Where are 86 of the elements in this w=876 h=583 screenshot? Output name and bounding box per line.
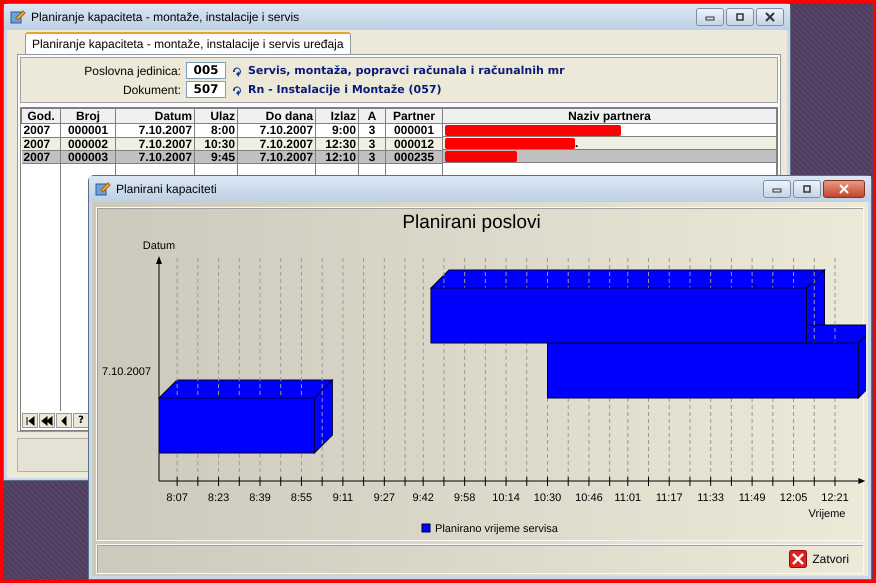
tick-label: 9:42 <box>412 492 434 504</box>
tick-label: 11:01 <box>614 492 642 504</box>
tick-label: 10:30 <box>534 492 562 504</box>
column-header[interactable]: God. <box>22 108 60 124</box>
table-cell: 9:00 <box>316 124 358 137</box>
previous-page-icon <box>41 414 53 426</box>
column-header[interactable]: Izlaz <box>316 108 358 124</box>
tick-label: 11:33 <box>697 492 724 504</box>
legend-label: Planirano vrijeme servisa <box>435 523 558 535</box>
table-cell: 2007 <box>22 124 60 137</box>
refresh-icon[interactable] <box>231 64 243 76</box>
refresh-icon[interactable] <box>231 84 243 96</box>
tick-label: 9:11 <box>332 492 354 504</box>
chart-title: Planirani poslovi <box>402 212 541 233</box>
maximize-icon[interactable] <box>734 12 746 22</box>
table-cell: 2007 <box>22 137 60 150</box>
maximize-icon[interactable] <box>801 184 813 194</box>
tick-label: 8:55 <box>290 492 312 504</box>
minimize-button[interactable] <box>763 180 791 198</box>
nav-button[interactable] <box>56 413 72 428</box>
tick-label: 9:27 <box>374 492 396 504</box>
table-cell: 000235 <box>386 150 442 163</box>
tick-label: 11:49 <box>738 492 766 504</box>
table-cell: 7.10.2007 <box>238 150 316 163</box>
tick-label: 9:58 <box>454 492 476 504</box>
tick-label: 10:14 <box>492 492 520 504</box>
lookup-link[interactable]: Servis, montaža, popravci računala i računalnih mr <box>248 64 565 77</box>
field-label: Poslovna jedinica: <box>83 64 181 78</box>
close-button[interactable] <box>756 8 784 26</box>
maximize-button[interactable] <box>793 180 821 198</box>
table-cell: 7.10.2007 <box>116 137 194 150</box>
table-cell: 7.10.2007 <box>116 124 194 137</box>
category-label: 7.10.2007 <box>102 366 151 378</box>
table-cell: 000002 <box>60 137 116 150</box>
input-field[interactable]: 005 <box>186 62 226 79</box>
axis-label: Datum <box>142 240 176 252</box>
tab[interactable]: Planiranje kapaciteta - montaže, instalacije i servis uređaja <box>25 32 350 54</box>
tick-label: 10:46 <box>575 492 603 504</box>
table-cell: . <box>575 137 578 149</box>
help-button[interactable]: ? <box>73 413 89 428</box>
column-header[interactable]: Do dana <box>238 108 316 124</box>
input-field[interactable]: 507 <box>186 81 226 98</box>
column-header[interactable]: Partner <box>386 108 442 124</box>
column-header[interactable]: Datum <box>116 108 194 124</box>
field-label: Dokument: <box>122 82 181 96</box>
minimize-button[interactable] <box>696 8 724 26</box>
column-header[interactable]: Broj <box>60 108 116 124</box>
table-cell: 000001 <box>386 124 442 137</box>
close-button[interactable]: Zatvori <box>785 548 853 570</box>
table-cell: 000012 <box>386 137 442 150</box>
window-title: Planirani kapaciteti <box>116 182 217 196</box>
maximize-button[interactable] <box>726 8 754 26</box>
close-icon <box>789 550 808 568</box>
table-cell: 3 <box>358 124 386 137</box>
column-header[interactable]: Naziv partnera <box>442 108 776 124</box>
column-header[interactable]: Ulaz <box>194 108 238 124</box>
close-icon[interactable] <box>764 12 776 22</box>
close-button[interactable] <box>823 180 865 198</box>
tick-label: 12:21 <box>821 492 849 504</box>
table-cell: 12:30 <box>316 137 358 150</box>
table-cell: 7.10.2007 <box>238 124 316 137</box>
tick-label: 8:39 <box>249 492 271 504</box>
window-title: Planiranje kapaciteta - montaže, instalacije i servis <box>31 10 300 24</box>
table-cell: 2007 <box>22 150 60 163</box>
tick-label: 8:07 <box>166 492 188 504</box>
table-cell: 8:00 <box>194 124 238 137</box>
axis-label: Vrijeme <box>808 508 846 520</box>
selected-row[interactable]: 2007 000003 7.10.2007 9:45 7.10.2007 12:10 3 000235 <box>22 150 776 163</box>
table-row[interactable]: 2007 000002 7.10.2007 10:30 7.10.2007 12:30 3 000012 . <box>22 137 776 150</box>
column-header[interactable]: A <box>358 108 386 124</box>
first-record-icon <box>24 414 36 426</box>
table-cell: 7.10.2007 <box>116 150 194 163</box>
nav-button[interactable] <box>39 413 55 428</box>
table-cell: 10:30 <box>194 137 238 150</box>
nav-button[interactable] <box>22 413 38 428</box>
table-cell: 12:10 <box>316 150 358 163</box>
tick-label: 8:23 <box>208 492 230 504</box>
table-cell: 000001 <box>60 124 116 137</box>
tick-label: 11:17 <box>656 492 683 504</box>
app-icon <box>10 9 26 25</box>
app-icon <box>95 181 111 197</box>
table-cell: 000003 <box>60 150 116 163</box>
lookup-link[interactable]: Rn - Instalacije i Montaže (057) <box>248 83 442 96</box>
table-cell: 9:45 <box>194 150 238 163</box>
table-cell: 7.10.2007 <box>238 137 316 150</box>
tick-label: 12:05 <box>780 492 808 504</box>
